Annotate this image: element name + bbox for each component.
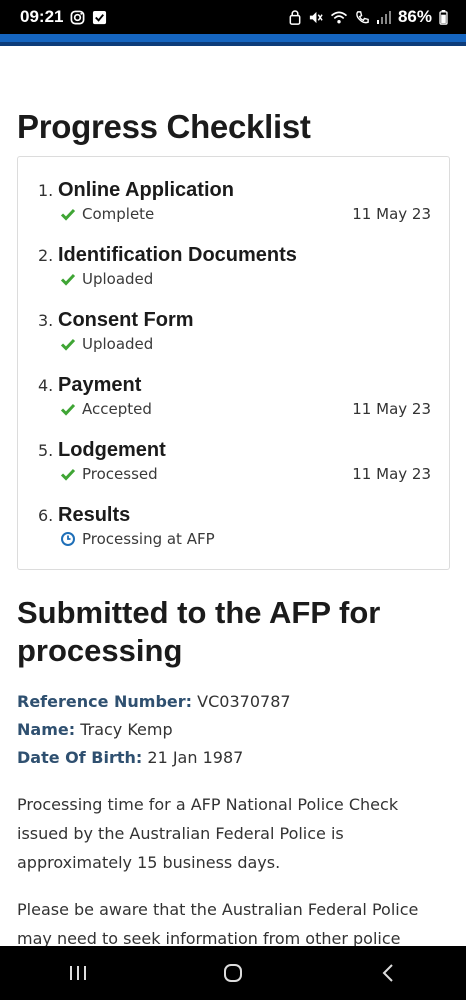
step-status: Complete bbox=[82, 205, 155, 223]
check-icon bbox=[60, 466, 76, 482]
step-status: Accepted bbox=[82, 400, 152, 418]
check-icon bbox=[60, 336, 76, 352]
checkbox-notification-icon bbox=[92, 10, 107, 25]
checklist-step-results: 6. Results Processing at AFP bbox=[38, 504, 431, 569]
checklist-step-identification-documents: 2. Identification Documents Uploaded bbox=[38, 244, 431, 309]
reference-row: Reference Number: VC0370787 bbox=[17, 688, 450, 716]
name-label: Name: bbox=[17, 720, 76, 739]
check-icon bbox=[60, 271, 76, 287]
check-icon bbox=[60, 206, 76, 222]
instagram-icon bbox=[70, 10, 85, 25]
step-name: Identification Documents bbox=[58, 244, 297, 266]
reference-label: Reference Number: bbox=[17, 692, 193, 711]
status-time: 09:21 bbox=[20, 7, 64, 26]
clock-icon bbox=[60, 531, 76, 547]
step-status: Processing at AFP bbox=[82, 530, 215, 548]
step-name: Payment bbox=[58, 374, 142, 396]
step-name: Online Application bbox=[58, 179, 234, 201]
signal-icon bbox=[376, 10, 391, 24]
reference-value: VC0370787 bbox=[197, 692, 291, 711]
header-accent-bar bbox=[0, 34, 466, 46]
notice-paragraph: Please be aware that the Australian Fede… bbox=[17, 900, 419, 948]
step-name: Results bbox=[58, 504, 131, 526]
checklist-step-payment: 4. Payment Accepted 11 May 23 bbox=[38, 374, 431, 439]
home-icon bbox=[223, 964, 242, 982]
name-value: Tracy Kemp bbox=[80, 720, 173, 739]
checklist-step-consent-form: 3. Consent Form Uploaded bbox=[38, 309, 431, 374]
checklist-step-online-application: 1. Online Application Complete 11 May 23 bbox=[38, 179, 431, 244]
checklist-step-lodgement: 5. Lodgement Processed 11 May 23 bbox=[38, 439, 431, 504]
step-number: 1. bbox=[38, 181, 54, 200]
step-status: Uploaded bbox=[82, 335, 154, 353]
system-navigation-bar bbox=[0, 946, 466, 1000]
step-number: 5. bbox=[38, 441, 54, 460]
progress-checklist: 1. Online Application Complete 11 May 23… bbox=[17, 156, 450, 570]
step-number: 4. bbox=[38, 376, 54, 395]
wifi-icon bbox=[330, 10, 348, 25]
name-row: Name: Tracy Kemp bbox=[17, 716, 450, 744]
dob-label: Date Of Birth: bbox=[17, 748, 143, 767]
step-date: 11 May 23 bbox=[352, 205, 431, 223]
step-number: 6. bbox=[38, 506, 54, 525]
battery-level: 86% bbox=[397, 7, 432, 26]
recent-apps-button[interactable] bbox=[48, 953, 108, 993]
home-button[interactable] bbox=[203, 953, 263, 993]
section-heading: Submitted to the AFP for processing bbox=[17, 595, 381, 668]
step-date: 11 May 23 bbox=[352, 400, 431, 418]
page-title: Progress Checklist bbox=[17, 108, 311, 145]
mute-icon bbox=[308, 10, 323, 25]
check-icon bbox=[60, 401, 76, 417]
call-icon bbox=[355, 10, 370, 25]
back-icon bbox=[382, 964, 394, 982]
step-name: Lodgement bbox=[58, 439, 166, 461]
step-number: 2. bbox=[38, 246, 54, 265]
main-content: Progress Checklist 1. Online Application… bbox=[17, 46, 450, 953]
status-bar: 09:21 86% bbox=[0, 0, 466, 34]
lock-icon bbox=[289, 9, 301, 25]
dob-value: 21 Jan 1987 bbox=[147, 748, 244, 767]
step-date: 11 May 23 bbox=[352, 465, 431, 483]
battery-icon bbox=[439, 9, 448, 25]
back-button[interactable] bbox=[358, 953, 418, 993]
recent-apps-icon bbox=[69, 966, 86, 980]
step-status: Processed bbox=[82, 465, 158, 483]
processing-time-paragraph: Processing time for a AFP National Polic… bbox=[17, 795, 399, 872]
step-status: Uploaded bbox=[82, 270, 154, 288]
application-details: Reference Number: VC0370787 Name: Tracy … bbox=[17, 688, 450, 772]
step-name: Consent Form bbox=[58, 309, 194, 331]
step-number: 3. bbox=[38, 311, 54, 330]
dob-row: Date Of Birth: 21 Jan 1987 bbox=[17, 744, 450, 772]
